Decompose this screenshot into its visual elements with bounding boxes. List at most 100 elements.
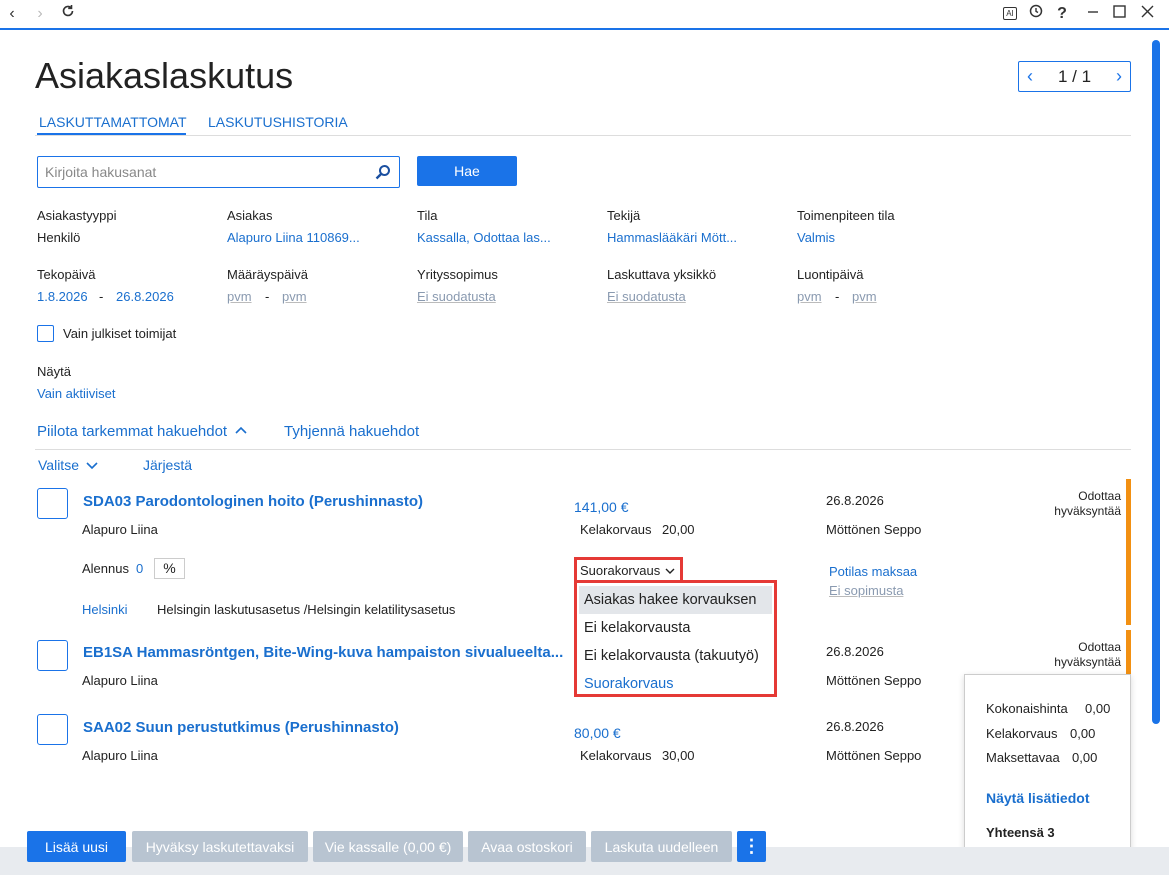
help-icon[interactable]: ? — [1052, 4, 1072, 24]
status-badge: Odottaa hyväksyntää — [1054, 640, 1121, 669]
filter-value-asiakastyyppi[interactable]: Henkilö — [37, 230, 80, 245]
history-icon[interactable] — [1026, 4, 1046, 24]
kela-value: 20,00 — [662, 522, 695, 537]
search-button[interactable]: Hae — [417, 156, 517, 186]
maarayspaiva-from[interactable]: pvm — [227, 289, 252, 304]
row-doctor: Möttönen Seppo — [826, 522, 922, 537]
date-separator: - — [265, 289, 270, 304]
tab-laskuttamattomat[interactable]: LASKUTTAMATTOMAT — [39, 114, 187, 130]
summary-count: Yhteensä 3 — [986, 825, 1055, 840]
more-options-button[interactable]: ⋮ — [737, 831, 766, 862]
filter-label-tekija: Tekijä — [607, 208, 641, 223]
row-checkbox[interactable] — [37, 640, 68, 671]
summary-kela-label: Kelakorvaus — [986, 726, 1058, 741]
rebill-button[interactable]: Laskuta uudelleen — [591, 831, 732, 862]
hide-advanced-label: Piilota tarkemmat hakuehdot — [37, 423, 228, 440]
close-icon[interactable] — [1137, 4, 1157, 24]
filter-label-laskuttava-yksikko: Laskuttava yksikkö — [607, 267, 717, 282]
unit-link[interactable]: Helsinki — [82, 602, 128, 617]
refresh-icon[interactable] — [58, 4, 78, 24]
to-cashier-button[interactable]: Vie kassalle (0,00 €) — [313, 831, 463, 862]
chevron-left-icon[interactable]: ‹ — [1027, 66, 1033, 87]
search-icon[interactable] — [375, 164, 391, 180]
filter-value-asiakas[interactable]: Alapuro Liina 110869... — [227, 230, 360, 245]
filter-label-maarayspaiva: Määräyspäivä — [227, 267, 308, 282]
divider — [35, 449, 1131, 450]
filter-label-asiakas: Asiakas — [227, 208, 273, 223]
row-patient: Alapuro Liina — [82, 673, 158, 688]
contract-link[interactable]: Ei sopimusta — [829, 583, 903, 598]
row-title[interactable]: EB1SA Hammasröntgen, Bite-Wing-kuva hamp… — [83, 644, 563, 661]
page-title: Asiakaslaskutus — [35, 55, 294, 96]
row-checkbox[interactable] — [37, 488, 68, 519]
select-label: Valitse — [38, 457, 79, 473]
row-title[interactable]: SDA03 Parodontologinen hoito (Perushinna… — [83, 493, 423, 510]
date-separator: - — [99, 289, 104, 304]
chevron-right-icon[interactable]: › — [1116, 66, 1122, 87]
luontipaiva-from[interactable]: pvm — [797, 289, 822, 304]
tab-active-indicator — [37, 133, 186, 135]
billing-settings: Helsingin laskutusasetus /Helsingin kela… — [157, 602, 456, 617]
maarayspaiva-to[interactable]: pvm — [282, 289, 307, 304]
maximize-icon[interactable] — [1109, 4, 1129, 24]
forward-icon[interactable]: › — [30, 4, 50, 24]
dropdown-option[interactable]: Asiakas hakee korvauksen — [579, 586, 772, 614]
kela-label: Kelakorvaus — [580, 522, 652, 537]
row-checkbox[interactable] — [37, 714, 68, 745]
percent-toggle[interactable]: % — [154, 558, 185, 579]
filter-value-laskuttava-yksikko[interactable]: Ei suodatusta — [607, 289, 686, 304]
filter-label-tila: Tila — [417, 208, 438, 223]
compensation-dropdown: Asiakas hakee korvauksen Ei kelakorvaust… — [574, 580, 777, 697]
tekopaiva-to[interactable]: 26.8.2026 — [116, 289, 174, 304]
filter-label-luontipaiva: Luontipäivä — [797, 267, 864, 282]
dropdown-option[interactable]: Ei kelakorvausta (takuutyö) — [579, 642, 772, 670]
dropdown-option[interactable]: Suorakorvaus — [579, 670, 772, 698]
pager: ‹ 1 / 1 › — [1018, 61, 1131, 92]
tekopaiva-from[interactable]: 1.8.2026 — [37, 289, 88, 304]
chevron-up-icon — [235, 426, 247, 434]
row-price[interactable]: 141,00 € — [574, 499, 629, 515]
chevron-down-icon — [86, 462, 98, 470]
window-toolbar: ‹ › AI ? — [0, 0, 1169, 30]
row-patient: Alapuro Liina — [82, 522, 158, 537]
luontipaiva-to[interactable]: pvm — [852, 289, 877, 304]
filter-value-nayta[interactable]: Vain aktiiviset — [37, 386, 116, 401]
chevron-down-icon — [665, 568, 675, 574]
public-only-checkbox[interactable] — [37, 325, 54, 342]
payer-link[interactable]: Potilas maksaa — [829, 564, 917, 579]
status-indicator — [1126, 479, 1131, 625]
filter-label-asiakastyyppi: Asiakastyyppi — [37, 208, 117, 223]
ai-icon-label: AI — [1003, 7, 1017, 21]
filter-label-nayta: Näytä — [37, 364, 71, 379]
back-icon[interactable]: ‹ — [2, 4, 22, 24]
clear-filters-link[interactable]: Tyhjennä hakuehdot — [284, 423, 419, 440]
open-cart-button[interactable]: Avaa ostoskori — [468, 831, 586, 862]
hide-advanced-link[interactable]: Piilota tarkemmat hakuehdot — [37, 423, 247, 440]
approve-button[interactable]: Hyväksy laskutettavaksi — [132, 831, 308, 862]
dropdown-option[interactable]: Ei kelakorvausta — [579, 614, 772, 642]
row-price[interactable]: 80,00 € — [574, 725, 621, 741]
scrollbar[interactable] — [1152, 40, 1160, 724]
show-details-link[interactable]: Näytä lisätiedot — [986, 790, 1089, 806]
filter-label-toimenpiteen-tila: Toimenpiteen tila — [797, 208, 895, 223]
discount-label: Alennus — [82, 561, 129, 576]
kela-label: Kelakorvaus — [580, 748, 652, 763]
sort-menu[interactable]: Järjestä — [143, 457, 192, 473]
summary-panel: Kokonaishinta 0,00 Kelakorvaus 0,00 Maks… — [964, 674, 1131, 860]
summary-due-label: Maksettavaa — [986, 750, 1060, 765]
search-input[interactable] — [38, 157, 368, 187]
filter-value-tekija[interactable]: Hammaslääkäri Mött... — [607, 230, 737, 245]
filter-value-tila[interactable]: Kassalla, Odottaa las... — [417, 230, 551, 245]
row-date: 26.8.2026 — [826, 493, 884, 508]
kela-value: 30,00 — [662, 748, 695, 763]
add-new-button[interactable]: Lisää uusi — [27, 831, 126, 862]
discount-value[interactable]: 0 — [136, 561, 143, 576]
select-menu[interactable]: Valitse — [38, 457, 98, 473]
status-badge: Odottaa hyväksyntää — [1054, 489, 1121, 518]
filter-value-toimenpiteen-tila[interactable]: Valmis — [797, 230, 835, 245]
tab-laskutushistoria[interactable]: LASKUTUSHISTORIA — [208, 114, 348, 130]
minimize-icon[interactable] — [1083, 4, 1103, 24]
filter-value-yrityssopimus[interactable]: Ei suodatusta — [417, 289, 496, 304]
row-title[interactable]: SAA02 Suun perustutkimus (Perushinnasto) — [83, 719, 399, 736]
ai-icon[interactable]: AI — [1000, 4, 1020, 24]
